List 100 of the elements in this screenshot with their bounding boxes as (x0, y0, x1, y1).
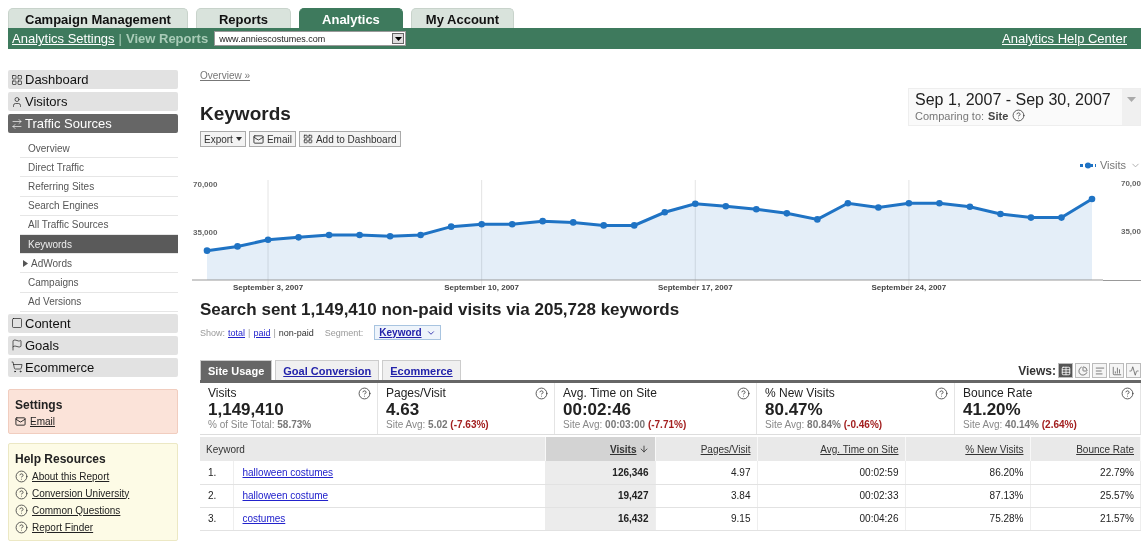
sidebar-section[interactable]: Dashboard (8, 70, 178, 89)
help-link[interactable]: Conversion University (15, 486, 171, 500)
comparison-view-icon[interactable] (1109, 363, 1124, 378)
keyword-link[interactable]: costumes (242, 513, 286, 524)
action-button[interactable]: Email (248, 131, 296, 147)
person-icon (11, 95, 23, 108)
sidebar-section[interactable]: Visitors (8, 92, 178, 111)
data-point (295, 234, 302, 241)
data-point (783, 210, 791, 217)
sidebar-item[interactable]: Keywords (20, 234, 178, 255)
caret-icon (235, 137, 242, 141)
envelope-icon (15, 415, 26, 427)
keyword-link[interactable]: halloween costumes (242, 466, 334, 478)
flag-icon (11, 339, 23, 352)
sidebar-item[interactable]: Campaigns (20, 273, 178, 293)
separator: | (248, 327, 251, 338)
table-view-icon[interactable] (1058, 363, 1073, 378)
column-header: Keyword (200, 437, 545, 461)
sidebar-section[interactable]: Content (8, 313, 178, 333)
top-tab[interactable]: Analytics (299, 8, 403, 28)
axis-label: 70,00 (1120, 179, 1141, 189)
views-label: Views: (1018, 363, 1056, 378)
table-cell: 00:02:33 (757, 484, 905, 507)
arrows-icon (11, 117, 23, 130)
show-option[interactable]: non-paid (278, 327, 314, 338)
table-cell: 25.57% (1030, 484, 1141, 507)
metric-name: Avg. Time on Site (563, 386, 657, 400)
action-button[interactable]: Export (200, 131, 246, 147)
metric-note: Site Avg: 00:03:00 (-7.71%) (563, 419, 688, 430)
sidebar-item[interactable]: AdWords (20, 254, 178, 274)
segment-select[interactable]: Keyword (374, 325, 441, 340)
column-header[interactable]: Visits (545, 437, 655, 461)
sidebar-item[interactable]: Referring Sites (20, 177, 178, 197)
metric-name: Visits (208, 386, 237, 400)
sidebar-item[interactable]: Ad Versions (20, 292, 178, 312)
report-tab[interactable]: Site Usage (200, 360, 273, 380)
help-icon (15, 486, 28, 500)
sidebar-item[interactable]: Direct Traffic (20, 158, 178, 178)
metric-name: % New Visits (765, 386, 835, 400)
help-link[interactable]: Report Finder (15, 520, 171, 534)
bar-view-icon[interactable] (1092, 363, 1107, 378)
top-tab[interactable]: Campaign Management (8, 8, 188, 28)
data-point (936, 199, 943, 207)
metric-value: 80.47% (765, 400, 824, 419)
dropdown-icon (1126, 97, 1136, 102)
table-cell: 86.20% (905, 461, 1030, 484)
help-link[interactable]: Common Questions (15, 503, 171, 517)
data-point (356, 231, 363, 239)
row-number: 2. (200, 484, 233, 507)
action-button[interactable]: Add to Dashboard (298, 131, 401, 147)
email-link[interactable]: Email (15, 415, 171, 427)
column-header[interactable]: Avg. Time on Site (757, 437, 905, 461)
cart-icon (11, 361, 23, 374)
metric-value: 1,149,410 (208, 400, 285, 419)
data-point (692, 200, 699, 208)
table-cell: 75.28% (905, 507, 1030, 530)
data-point (539, 217, 546, 225)
axis-label: September 17, 2007 (657, 283, 733, 292)
top-tab[interactable]: Reports (195, 8, 292, 28)
show-option[interactable]: total (228, 327, 246, 338)
metric-note: Site Avg: 5.02 (-7.63%) (386, 419, 490, 430)
keyword-link[interactable]: halloween costume (242, 490, 329, 501)
expand-arrow-icon (23, 259, 28, 267)
column-header[interactable]: Bounce Rate (1030, 437, 1141, 461)
segment-label: Segment: (324, 327, 364, 338)
help-icon (15, 469, 28, 483)
breadcrumb-link[interactable]: Overview » (200, 70, 250, 81)
column-header[interactable]: % New Visits (905, 437, 1030, 461)
axis-label: September 24, 2007 (871, 283, 947, 292)
table-cell: 22.79% (1030, 461, 1141, 484)
site-select[interactable]: www.anniescostumes.com (214, 31, 407, 46)
top-tab[interactable]: My Account (410, 8, 515, 28)
report-tab[interactable]: Goal Conversion (275, 360, 380, 380)
help-center-link[interactable]: Analytics Help Center (1002, 31, 1127, 46)
sidebar-item[interactable]: All Traffic Sources (20, 215, 178, 235)
help-icon (737, 386, 750, 400)
separator: | (118, 31, 122, 46)
sidebar-item[interactable]: Search Engines (20, 196, 178, 216)
sidebar-section[interactable]: Goals (8, 335, 178, 355)
table-cell: 4.97 (655, 461, 757, 484)
column-header[interactable]: Pages/Visit (655, 437, 757, 461)
sidebar-item[interactable]: Overview (20, 139, 178, 159)
date-range-picker[interactable]: Sep 1, 2007 - Sep 30, 2007 Comparing to: Site (908, 88, 1141, 126)
data-point (753, 205, 760, 213)
sort-arrow-icon (638, 443, 649, 454)
sidebar-section[interactable]: Ecommerce (8, 357, 178, 377)
settings-link[interactable]: Analytics Settings (12, 31, 115, 46)
data-point (630, 222, 638, 229)
help-link[interactable]: About this Report (15, 469, 171, 483)
separator: | (273, 327, 276, 338)
pie-view-icon[interactable] (1075, 363, 1090, 378)
data-point (264, 236, 272, 244)
help-icon (535, 386, 548, 400)
trend-view-icon[interactable] (1126, 363, 1141, 378)
panel-title: Help Resources (15, 451, 107, 466)
data-point (1027, 214, 1035, 221)
sidebar-section[interactable]: Traffic Sources (8, 114, 178, 133)
metric-note: % of Site Total: 58.73% (208, 419, 313, 430)
show-option[interactable]: paid (253, 327, 271, 338)
report-tab[interactable]: Ecommerce (382, 360, 461, 380)
